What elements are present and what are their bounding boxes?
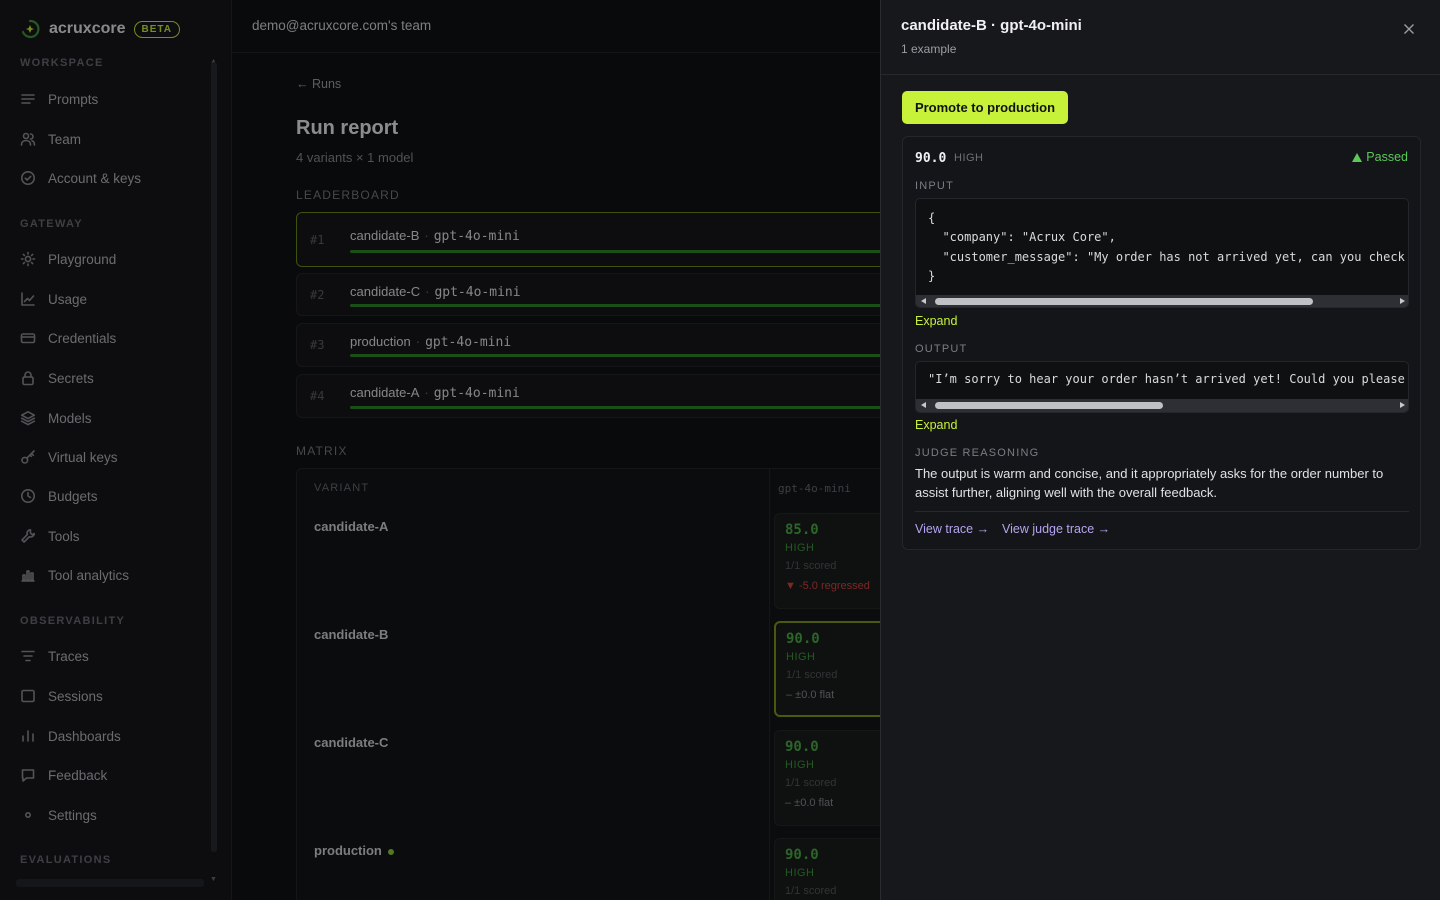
close-icon[interactable]: [1400, 20, 1418, 38]
code-line: "I’m sorry to hear your order hasn’t arr…: [928, 372, 1405, 386]
judge-reasoning-label: JUDGE REASONING: [915, 447, 1040, 459]
scroll-right-icon[interactable]: [1400, 402, 1405, 408]
triangle-up-icon: [1352, 152, 1363, 162]
code-line: {: [928, 211, 936, 225]
example-card: 90.0 HIGH Passed INPUT { "company": "Acr…: [902, 136, 1421, 550]
code-line: }: [928, 269, 936, 283]
input-label: INPUT: [915, 180, 954, 192]
drawer-subtitle: 1 example: [901, 42, 957, 56]
view-judge-trace-link[interactable]: View judge trace →: [1002, 522, 1110, 536]
input-scrollbar[interactable]: [916, 295, 1408, 307]
status-badge: Passed: [1352, 150, 1408, 164]
expand-input-link[interactable]: Expand: [915, 314, 957, 328]
divider: [915, 511, 1409, 512]
modal-backdrop[interactable]: [0, 0, 880, 900]
scroll-left-icon[interactable]: [921, 402, 926, 408]
output-scrollbar[interactable]: [916, 399, 1408, 412]
example-drawer: candidate-B · gpt-4o-mini 1 example Prom…: [880, 0, 1440, 900]
expand-output-link[interactable]: Expand: [915, 418, 957, 432]
input-code-block[interactable]: { "company": "Acrux Core", "customer_mes…: [915, 198, 1409, 308]
output-label: OUTPUT: [915, 343, 968, 355]
code-line: "customer_message": "My order has not ar…: [928, 250, 1405, 264]
example-score: 90.0: [915, 151, 947, 166]
code-line: "company": "Acrux Core",: [928, 230, 1116, 244]
example-level: HIGH: [954, 152, 984, 164]
drawer-title: candidate-B · gpt-4o-mini: [901, 17, 1082, 34]
scroll-right-icon[interactable]: [1400, 298, 1405, 304]
scroll-left-icon[interactable]: [921, 298, 926, 304]
scroll-thumb[interactable]: [935, 402, 1163, 409]
drawer-header: candidate-B · gpt-4o-mini 1 example: [881, 0, 1440, 75]
judge-reasoning-text: The output is warm and concise, and it a…: [915, 466, 1384, 500]
scroll-thumb[interactable]: [935, 298, 1313, 305]
output-code-block[interactable]: "I’m sorry to hear your order hasn’t arr…: [915, 361, 1409, 413]
promote-to-production-button[interactable]: Promote to production: [902, 91, 1068, 124]
view-trace-link[interactable]: View trace →: [915, 522, 989, 536]
